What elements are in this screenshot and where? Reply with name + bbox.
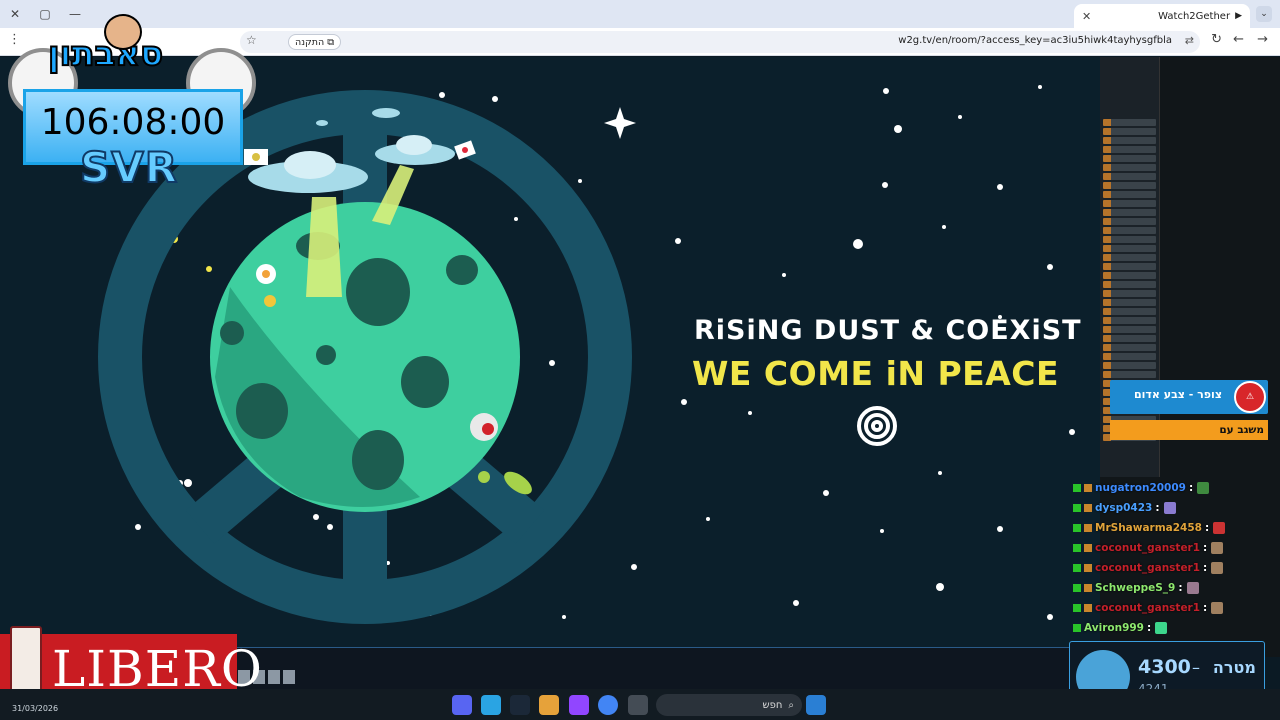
search-icon: ⌕	[788, 699, 794, 711]
tab-favicon-icon: ▶	[1235, 11, 1242, 21]
emote-icon	[1155, 622, 1168, 634]
badge-icon	[1073, 504, 1081, 512]
install-icon: ⧉	[327, 36, 334, 48]
subathon-timer: 106:08:00	[40, 102, 226, 143]
chat-username: coconut_ganster1	[1095, 562, 1201, 574]
badge-icon	[1084, 564, 1092, 572]
menu-dots-icon[interactable]: ⋮	[8, 32, 21, 47]
tab-search-icon[interactable]: ⌄	[1256, 6, 1272, 22]
badge-icon	[1084, 524, 1092, 532]
badge-icon	[1073, 564, 1081, 572]
tab-title: Watch2Gether	[1158, 10, 1231, 22]
chat-message: SchweppeS_9:	[1070, 578, 1280, 598]
badge-icon	[1073, 524, 1081, 532]
site-settings-icon[interactable]: ⇄	[1185, 34, 1194, 47]
goal-dash: –	[1192, 658, 1200, 677]
badge-icon	[1073, 544, 1081, 552]
headline-rising-dust: RiSiNG DUST & COEXiST	[694, 315, 1082, 346]
chat-message: Aviron999:	[1070, 618, 1280, 638]
emote-icon	[1197, 482, 1210, 494]
windows-start-icon[interactable]	[806, 695, 826, 715]
alert-title: צופר - צבע אדום	[1134, 388, 1222, 401]
chat-username: nugatron20009	[1095, 482, 1186, 494]
bookmark-star-icon[interactable]: ☆	[246, 33, 257, 47]
badge-icon	[1084, 504, 1092, 512]
taskbar-search[interactable]: ⌕ חפש	[656, 694, 802, 716]
file-explorer-icon[interactable]	[628, 695, 648, 715]
minimize-window-icon[interactable]: —	[60, 0, 90, 28]
mascot-avatar	[104, 14, 142, 50]
emote-icon	[1213, 522, 1226, 534]
chat-message: dysp0423:	[1070, 498, 1280, 518]
discord-icon[interactable]	[452, 695, 472, 715]
taskbar-search-label: חפש	[762, 699, 783, 711]
chat-message: nugatron20009:	[1070, 478, 1280, 498]
headline-we-come-in-peace: WE COME iN PEACE	[692, 354, 1060, 393]
badge-icon	[1084, 584, 1092, 592]
goal-target: 4300	[1138, 656, 1191, 678]
tab-watch2gether[interactable]: ▶ Watch2Gether ✕	[1074, 4, 1250, 28]
badge-icon	[1084, 604, 1092, 612]
url-text[interactable]: w2g.tv/en/room/?access_key=ac3iu5hiwk4ta…	[898, 35, 1172, 46]
emote-icon	[1211, 562, 1224, 574]
chat-username: dysp0423	[1095, 502, 1153, 514]
back-arrow-icon[interactable]: ←	[1233, 32, 1244, 47]
taskbar-date: 31/03/2026	[12, 704, 59, 713]
alert-location: משגב עם	[1219, 424, 1264, 436]
chat-username: coconut_ganster1	[1095, 542, 1201, 554]
tab-close-icon[interactable]: ✕	[1082, 10, 1091, 23]
svr-tag: SVR	[79, 142, 179, 193]
address-bar[interactable]: ☆ התקנה ⧉ w2g.tv/en/room/?access_key=ac3…	[240, 31, 1200, 53]
telegram-icon[interactable]	[481, 695, 501, 715]
goal-label: מטרה	[1212, 658, 1256, 677]
install-app-button[interactable]: התקנה ⧉	[288, 34, 341, 50]
chrome-icon[interactable]	[598, 695, 618, 715]
chat-username: coconut_ganster1	[1095, 602, 1201, 614]
forward-arrow-icon[interactable]: →	[1257, 32, 1268, 47]
badge-icon	[1084, 484, 1092, 492]
streaming-app-icon[interactable]	[569, 695, 589, 715]
badge-icon	[1073, 624, 1081, 632]
restore-window-icon[interactable]: ▢	[30, 0, 60, 28]
emote-icon	[1211, 602, 1224, 614]
chat-message: MrShawarma2458:	[1070, 518, 1280, 538]
chat-message: coconut_ganster1:	[1070, 598, 1280, 618]
chat-message: coconut_ganster1:	[1070, 538, 1280, 558]
mini-playlist-window	[1100, 57, 1160, 477]
chat-username: Aviron999	[1084, 622, 1144, 634]
emote-icon	[1163, 502, 1176, 514]
badge-icon	[1073, 604, 1081, 612]
close-window-icon[interactable]: ✕	[0, 0, 30, 28]
chat-username: SchweppeS_9	[1095, 582, 1176, 594]
install-label: התקנה	[295, 36, 325, 48]
badge-icon	[1073, 484, 1081, 492]
emote-icon	[1211, 542, 1224, 554]
reload-icon[interactable]: ↻	[1211, 32, 1222, 47]
emote-icon	[1186, 582, 1199, 594]
alert-siren-icon: ⚠	[1234, 381, 1266, 413]
chat-username: MrShawarma2458	[1095, 522, 1202, 534]
alert-location-bar: משגב עם	[1110, 420, 1268, 440]
screen: ✕ ▢ — + ▶ Watch2Gether ✕ ⌄ ⋮ ← → ↻ ☆ התק…	[0, 0, 1280, 720]
alert-banner: צופר - צבע אדום ⚠	[1110, 380, 1268, 414]
badge-icon	[1084, 544, 1092, 552]
steam-icon[interactable]	[510, 695, 530, 715]
chat-overlay: nugatron20009: dysp0423: MrShawarma2458:…	[1070, 478, 1280, 638]
chat-message: coconut_ganster1:	[1070, 558, 1280, 578]
app-icon[interactable]	[539, 695, 559, 715]
browser-titlebar: ✕ ▢ — + ▶ Watch2Gether ✕ ⌄	[0, 0, 1280, 28]
badge-icon	[1073, 584, 1081, 592]
